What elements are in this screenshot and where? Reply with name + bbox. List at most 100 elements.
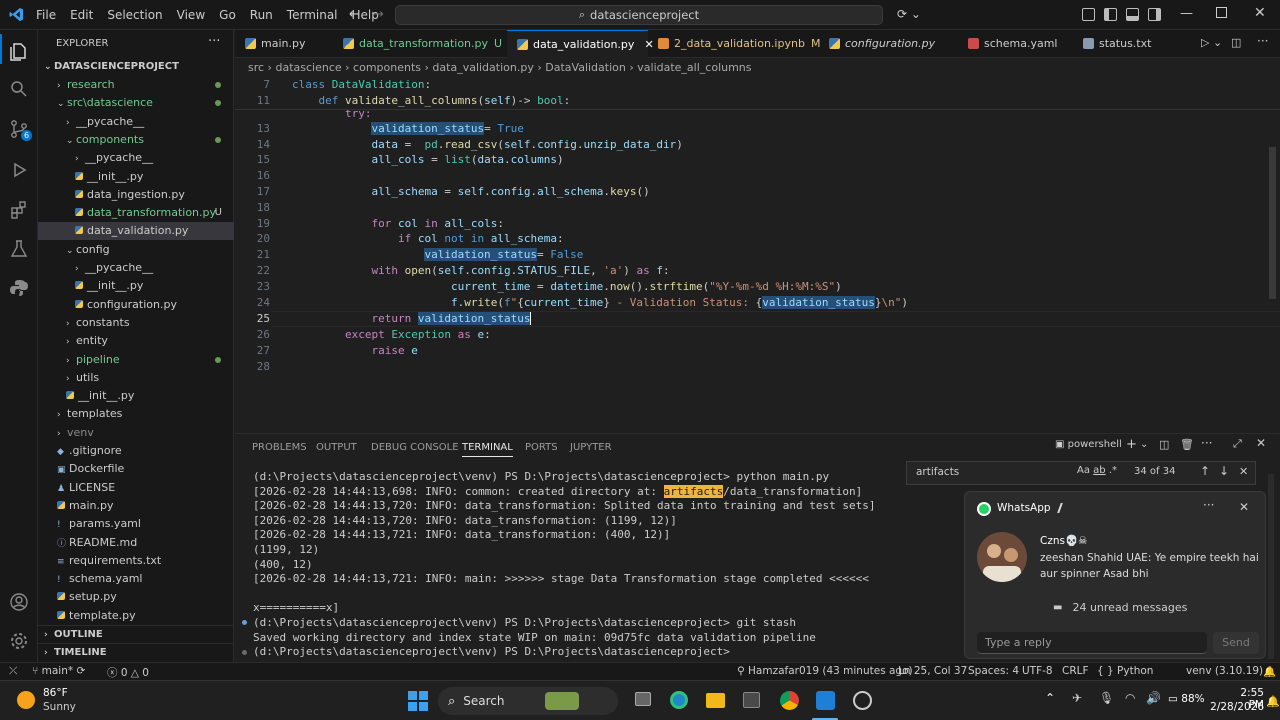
- find-input[interactable]: artifacts: [916, 466, 959, 478]
- wifi-icon[interactable]: ◠: [1125, 691, 1135, 705]
- python-env[interactable]: venv (3.10.19): [1186, 665, 1263, 677]
- breadcrumb-item[interactable]: DataValidation: [545, 61, 626, 74]
- tree-item[interactable]: data_transformation.py U: [38, 204, 234, 222]
- tree-item[interactable]: main.py: [38, 497, 234, 515]
- remote-icon[interactable]: ⤫: [9, 665, 17, 678]
- panel-tab-terminal[interactable]: TERMINAL: [462, 442, 513, 457]
- whatsapp-notification[interactable]: WhatsApp ··· ✕ Czns💀☠ zeeshan Shahid UAE…: [964, 491, 1266, 659]
- tab-configuration-py[interactable]: configuration.py: [819, 30, 958, 58]
- branch-indicator[interactable]: ⑂ main* ⟳: [32, 665, 85, 677]
- explorer-icon[interactable]: [9, 41, 29, 61]
- tree-item[interactable]: ▣ Dockerfile: [38, 460, 234, 478]
- toggle-sidebar-icon[interactable]: [1104, 8, 1117, 21]
- tree-item[interactable]: data_ingestion.py: [38, 186, 234, 204]
- tree-item[interactable]: › __pycache__: [38, 259, 234, 277]
- tree-item[interactable]: ⌄ config: [38, 241, 234, 259]
- menu-file[interactable]: File: [29, 0, 63, 30]
- chevron-up-icon[interactable]: ⌃: [1045, 691, 1055, 705]
- speaker-icon[interactable]: 🔊: [1146, 691, 1161, 705]
- tree-item[interactable]: __init__.py: [38, 168, 234, 186]
- close-panel-icon[interactable]: ✕: [1256, 436, 1266, 450]
- microphone-icon[interactable]: 🎙: [1099, 691, 1114, 705]
- chevron-down-icon[interactable]: ⌄: [1140, 439, 1148, 450]
- tree-item[interactable]: › research: [38, 76, 234, 94]
- more-actions-icon[interactable]: ···: [1257, 34, 1268, 48]
- tree-item[interactable]: › constants: [38, 314, 234, 332]
- terminal-scrollbar[interactable]: [1268, 474, 1274, 659]
- tree-item[interactable]: ! params.yaml: [38, 515, 234, 533]
- forward-arrow-icon[interactable]: →: [373, 7, 384, 22]
- tree-item[interactable]: › __pycache__: [38, 113, 234, 131]
- outline-section[interactable]: › OUTLINE: [38, 625, 234, 643]
- breadcrumb-item[interactable]: components: [353, 61, 421, 74]
- new-terminal-icon[interactable]: +: [1126, 437, 1137, 452]
- menu-edit[interactable]: Edit: [63, 0, 100, 30]
- obs-icon[interactable]: [853, 691, 872, 710]
- menu-go[interactable]: Go: [212, 0, 243, 30]
- more-actions-icon[interactable]: ···: [208, 34, 220, 49]
- tree-item[interactable]: › venv: [38, 424, 234, 442]
- tree-item[interactable]: template.py: [38, 607, 234, 625]
- taskbar-search[interactable]: ⌕ Search: [438, 687, 618, 715]
- trash-icon[interactable]: 🗑: [1180, 438, 1194, 451]
- line-ending[interactable]: CRLF: [1062, 665, 1089, 677]
- extensions-icon[interactable]: [9, 200, 29, 220]
- copilot-icon[interactable]: ⟳ ⌄: [897, 7, 921, 21]
- panel-tab-output[interactable]: OUTPUT: [316, 442, 357, 453]
- timeline-section[interactable]: › TIMELINE: [38, 643, 234, 661]
- send-button[interactable]: Send: [1213, 632, 1259, 654]
- problems-indicator[interactable]: ⓧ 0 △ 0: [107, 665, 149, 680]
- indentation[interactable]: Spaces: 4: [968, 665, 1019, 677]
- menu-view[interactable]: View: [170, 0, 212, 30]
- windows-start-icon[interactable]: [408, 691, 428, 711]
- code-editor[interactable]: 7 class DataValidation: 11 def validate_…: [235, 77, 1280, 433]
- find-options-icon[interactable]: Aa ab .*: [1077, 465, 1117, 476]
- temperature[interactable]: 86°F: [43, 687, 68, 699]
- clock-date[interactable]: 2/28/2026: [1208, 701, 1264, 713]
- tab-schema-yaml[interactable]: schema.yaml: [958, 30, 1073, 58]
- close-window-icon[interactable]: ✕: [1254, 5, 1266, 21]
- tree-item[interactable]: ♟ LICENSE: [38, 479, 234, 497]
- store-icon[interactable]: [743, 692, 760, 708]
- tree-item[interactable]: ⓘ README.md: [38, 534, 234, 552]
- chrome-icon[interactable]: [780, 691, 799, 710]
- close-notification-icon[interactable]: ✕: [1239, 500, 1249, 514]
- git-blame[interactable]: ⚲ Hamzafar019 (43 minutes ago): [737, 665, 913, 677]
- menu-run[interactable]: Run: [243, 0, 280, 30]
- tree-item[interactable]: ≡ requirements.txt: [38, 552, 234, 570]
- tab-2-data-validation-ipynb[interactable]: 2_data_validation.ipynb M: [648, 30, 820, 58]
- file-explorer-icon[interactable]: [706, 693, 725, 708]
- vscode-taskbar-icon[interactable]: [816, 691, 835, 710]
- cursor-position[interactable]: Ln 25, Col 37: [898, 665, 967, 677]
- weather[interactable]: Sunny: [43, 701, 76, 713]
- tab-data-transformation-py[interactable]: data_transformation.py U: [333, 30, 507, 58]
- panel-tab-debug-console[interactable]: DEBUG CONSOLE: [371, 442, 459, 453]
- breadcrumb-item[interactable]: validate_all_columns: [637, 61, 751, 74]
- search-icon[interactable]: [9, 79, 29, 99]
- tab-data-validation-py[interactable]: data_validation.py ✕: [507, 30, 654, 58]
- breadcrumb-item[interactable]: datascience: [275, 61, 341, 74]
- panel-tab-jupyter[interactable]: JUPYTER: [570, 442, 612, 453]
- tree-item[interactable]: ⌄ components: [38, 131, 234, 149]
- menu-terminal[interactable]: Terminal: [280, 0, 345, 30]
- panel-tab-problems[interactable]: PROBLEMS: [252, 442, 307, 453]
- tree-item[interactable]: › __pycache__: [38, 149, 234, 167]
- breadcrumb-item[interactable]: src: [248, 61, 264, 74]
- split-terminal-icon[interactable]: ◫: [1159, 438, 1169, 451]
- arrow-up-icon[interactable]: ↑: [1200, 464, 1210, 478]
- tree-item[interactable]: › pipeline: [38, 351, 234, 369]
- manage-gear-icon[interactable]: [9, 631, 29, 651]
- maximize-panel-icon[interactable]: ⤢: [1233, 437, 1242, 451]
- breadcrumb-item[interactable]: data_validation.py: [432, 61, 533, 74]
- tree-item[interactable]: data_validation.py: [38, 222, 234, 241]
- tree-item[interactable]: configuration.py: [38, 296, 234, 314]
- panel-tab-ports[interactable]: PORTS: [525, 442, 558, 453]
- tree-item[interactable]: __init__.py: [38, 387, 234, 405]
- notifications-bell-icon[interactable]: 🔔: [1263, 665, 1276, 678]
- back-arrow-icon[interactable]: ←: [349, 7, 360, 22]
- toggle-panel-icon[interactable]: [1126, 8, 1139, 21]
- maximize-icon[interactable]: [1216, 7, 1227, 18]
- tree-item[interactable]: ! schema.yaml: [38, 570, 234, 588]
- python-icon[interactable]: [9, 278, 29, 298]
- tab-status-txt[interactable]: status.txt: [1073, 30, 1173, 58]
